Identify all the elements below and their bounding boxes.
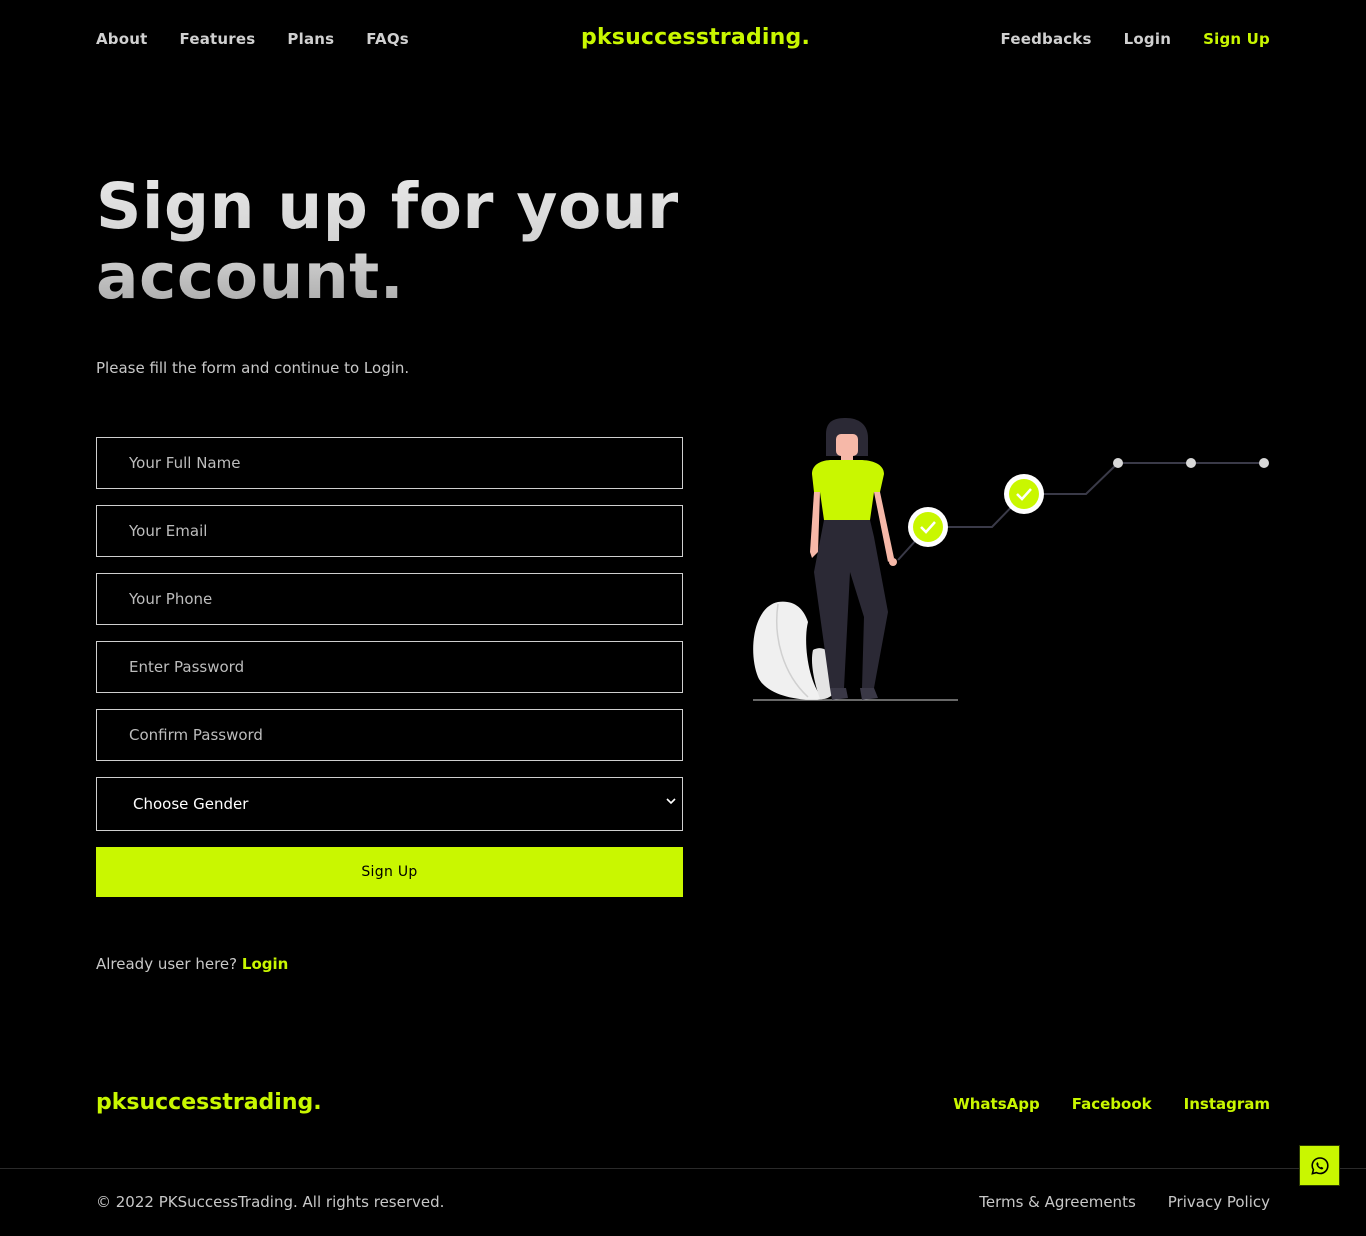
gender-select[interactable]: Choose Gender (96, 777, 683, 831)
signup-form: Choose Gender Sign Up (96, 437, 683, 897)
page-subtitle: Please fill the form and continue to Log… (96, 359, 410, 377)
nav-link-login[interactable]: Login (1124, 30, 1171, 48)
login-prompt-link[interactable]: Login (242, 955, 288, 973)
page-title: Sign up for your account. (96, 172, 716, 312)
nav-link-features[interactable]: Features (180, 30, 256, 48)
check-circle-icon (908, 507, 948, 547)
phone-input[interactable] (96, 573, 683, 625)
confirm-password-input[interactable] (96, 709, 683, 761)
login-prompt: Already user here? Login (96, 955, 288, 973)
footer-copyright: © 2022 PKSuccessTrading. All rights rese… (96, 1193, 445, 1211)
signup-button[interactable]: Sign Up (96, 847, 683, 897)
footer-social-links: WhatsApp Facebook Instagram (953, 1095, 1270, 1113)
email-input[interactable] (96, 505, 683, 557)
nav-link-plans[interactable]: Plans (287, 30, 334, 48)
footer-legal-links: Terms & Agreements Privacy Policy (979, 1193, 1270, 1211)
whatsapp-icon (1310, 1156, 1329, 1175)
page-title-line1: Sign up for your (96, 170, 679, 243)
progress-line (897, 458, 1269, 561)
nav-left-links: About Features Plans FAQs (96, 30, 409, 48)
brand-logo[interactable]: pksuccesstrading. (581, 25, 810, 50)
page-title-line2: account. (96, 240, 405, 313)
footer-divider (0, 1168, 1366, 1169)
nav-right-links: Feedbacks Login Sign Up (1000, 30, 1270, 48)
floating-whatsapp-button[interactable] (1299, 1145, 1340, 1186)
signup-illustration (753, 418, 1269, 701)
gender-select-value: Choose Gender (133, 795, 249, 813)
top-navbar: About Features Plans FAQs pksuccesstradi… (0, 0, 1366, 80)
footer-brand-logo[interactable]: pksuccesstrading. (96, 1090, 322, 1115)
footer-link-instagram[interactable]: Instagram (1184, 1095, 1270, 1113)
footer-link-whatsapp[interactable]: WhatsApp (953, 1095, 1040, 1113)
nav-link-faqs[interactable]: FAQs (366, 30, 409, 48)
nav-link-about[interactable]: About (96, 30, 148, 48)
password-input[interactable] (96, 641, 683, 693)
nav-link-signup[interactable]: Sign Up (1203, 30, 1270, 48)
footer-link-terms[interactable]: Terms & Agreements (979, 1193, 1136, 1211)
nav-link-feedbacks[interactable]: Feedbacks (1000, 30, 1091, 48)
login-prompt-text: Already user here? (96, 955, 238, 973)
footer-link-privacy[interactable]: Privacy Policy (1168, 1193, 1270, 1211)
check-circle-icon (1004, 474, 1044, 514)
chevron-down-icon (666, 798, 676, 805)
full-name-input[interactable] (96, 437, 683, 489)
footer-link-facebook[interactable]: Facebook (1072, 1095, 1152, 1113)
